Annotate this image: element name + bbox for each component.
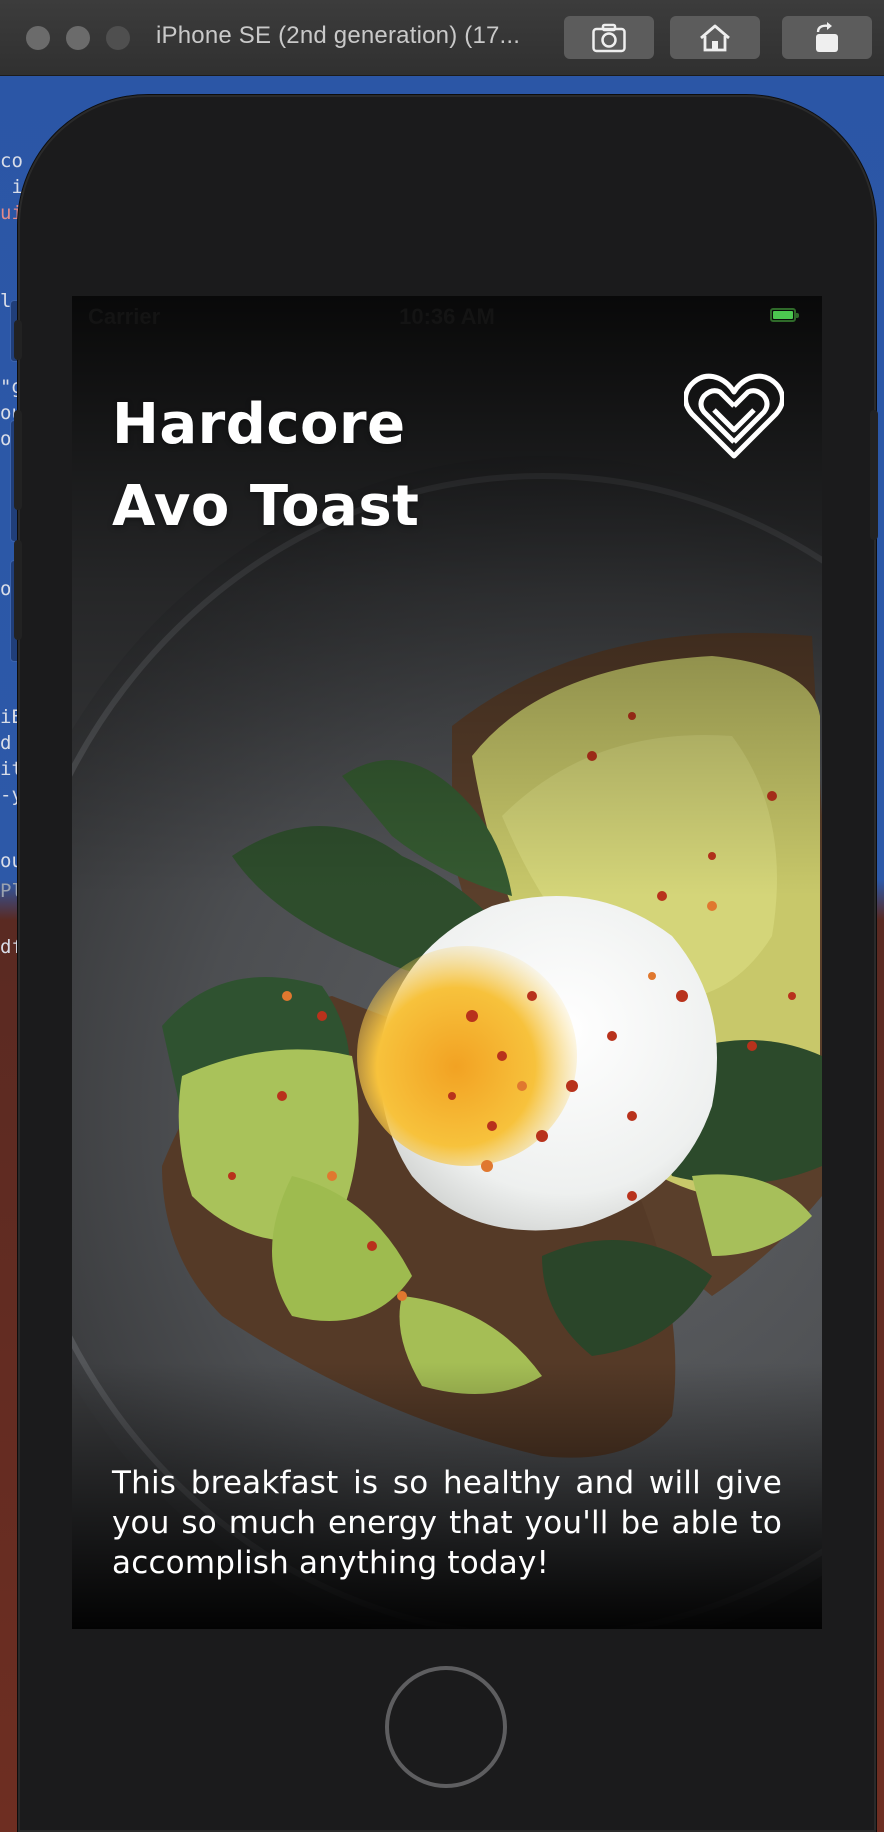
favorite-button[interactable] <box>683 370 785 462</box>
rotate-button[interactable] <box>782 16 872 59</box>
recipe-title: Hardcore Avo Toast <box>112 384 592 548</box>
recipe-title-line-1: Hardcore <box>112 392 406 457</box>
rotate-icon <box>816 21 838 52</box>
device-screen: Carrier 10:36 AM Hardcore Avo Toast This… <box>72 296 822 1629</box>
simulator-title: iPhone SE (2nd generation) (17... <box>156 22 521 49</box>
volume-up-button[interactable] <box>14 410 22 510</box>
minimize-window-button[interactable] <box>66 26 90 50</box>
zoom-window-button[interactable] <box>106 26 130 50</box>
power-button[interactable] <box>870 410 878 540</box>
camera-icon <box>592 23 626 52</box>
house-icon <box>700 24 730 51</box>
battery-icon <box>770 308 799 322</box>
recipe-title-line-2: Avo Toast <box>112 474 420 539</box>
volume-down-button[interactable] <box>14 540 22 640</box>
status-bar: Carrier 10:36 AM <box>72 296 822 336</box>
home-button[interactable] <box>385 1666 507 1788</box>
heart-icon <box>683 373 785 459</box>
screenshot-button[interactable] <box>564 16 654 59</box>
status-time: 10:36 AM <box>399 304 495 329</box>
simulator-toolbar: iPhone SE (2nd generation) (17... <box>0 0 884 76</box>
recipe-description: This breakfast is so healthy and will gi… <box>112 1465 782 1581</box>
home-toolbar-button[interactable] <box>670 16 760 59</box>
mute-switch[interactable] <box>14 320 22 360</box>
close-window-button[interactable] <box>26 26 50 50</box>
